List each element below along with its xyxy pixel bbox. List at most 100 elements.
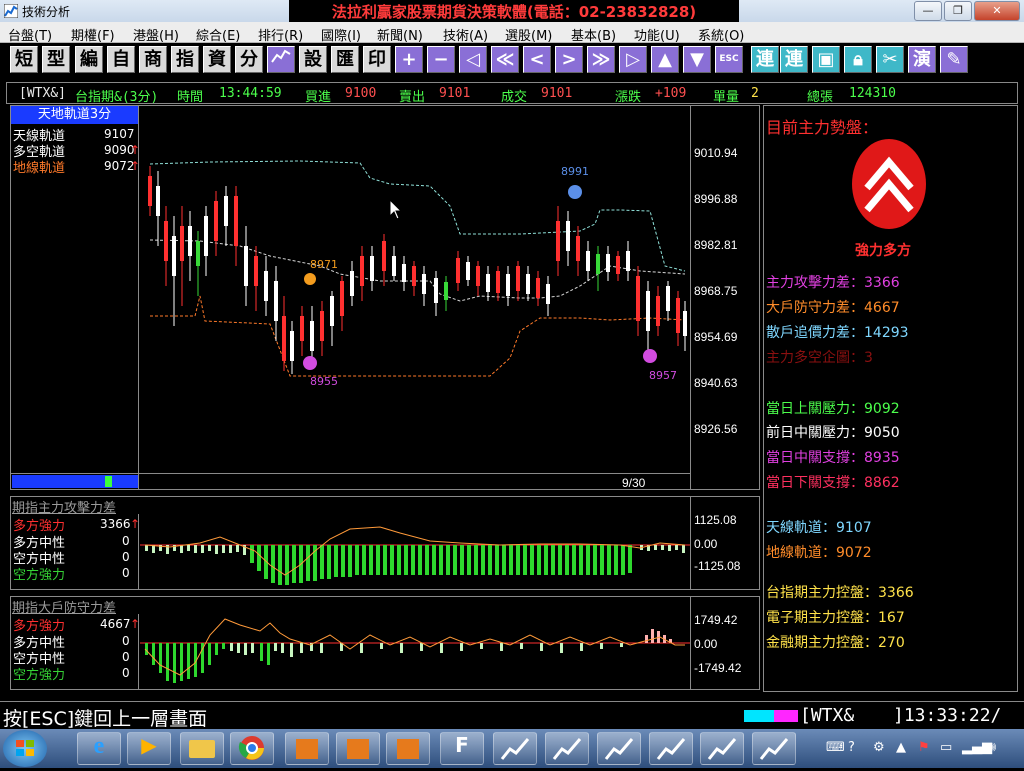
menu-intl[interactable]: 國際(I): [321, 25, 361, 44]
mark-mid-label: 8971: [310, 258, 338, 271]
sub2-legend-value: 0: [122, 666, 130, 680]
tb-edit-button[interactable]: 編: [75, 46, 103, 73]
quote-change-label: 漲跌: [615, 90, 642, 105]
tb-zoom-out-button[interactable]: −: [427, 46, 455, 73]
chart-taskbar-button-3[interactable]: [597, 732, 641, 765]
quote-line: [WTX&] 台指期&(3分) 時間 13:44:59 買進 9100 賣出 9…: [6, 82, 1018, 105]
close-button[interactable]: ✕: [974, 1, 1020, 21]
tb-back-button[interactable]: <: [523, 46, 551, 73]
tb-lock-button[interactable]: 🔒︎: [844, 46, 872, 73]
menu-bar: 台盤(T) 期權(F) 港盤(H) 綜合(E) 排行(R) 國際(I) 新聞(N…: [0, 22, 1024, 44]
tb-data-button[interactable]: 資: [203, 46, 231, 73]
tb-fast-forward-button[interactable]: ≫: [587, 46, 615, 73]
minimize-button[interactable]: —: [914, 1, 942, 21]
menu-rank[interactable]: 排行(R): [258, 25, 303, 44]
tb-chart-button[interactable]: [267, 46, 295, 73]
app-taskbar-button-3[interactable]: [386, 732, 430, 765]
chart-taskbar-button-1[interactable]: [493, 732, 537, 765]
tb-window-button[interactable]: ▣: [812, 46, 840, 73]
menu-tech[interactable]: 技術(A): [443, 25, 488, 44]
info-row: 散戶追價力差：14293: [766, 325, 909, 341]
tb-zoom-in-button[interactable]: +: [395, 46, 423, 73]
info-row: 地線軌道：9072: [766, 545, 872, 561]
app-taskbar-button-1[interactable]: [285, 732, 329, 765]
scroll-thumb[interactable]: [105, 476, 112, 487]
chart-icon: [271, 49, 291, 63]
menu-basic[interactable]: 基本(B): [571, 25, 616, 44]
tb-index-button[interactable]: 指: [171, 46, 199, 73]
legend-label-ground: 地線軌道: [13, 161, 66, 176]
maximize-button[interactable]: ❐: [944, 1, 972, 21]
sub2-axis-divider: [690, 597, 691, 689]
flag-icon[interactable]: ⚑: [918, 740, 930, 755]
chart-taskbar-button-2[interactable]: [545, 732, 589, 765]
tb-link2-button[interactable]: 連: [780, 46, 808, 73]
tb-forward-button[interactable]: >: [555, 46, 583, 73]
tb-product-button[interactable]: 商: [139, 46, 167, 73]
tb-settings-button[interactable]: 設: [299, 46, 327, 73]
sky-band-line: [149, 160, 686, 272]
taskbar: e ▶ F ⌨ ? ⚙ ▲ ⚑ ▭ ▂▄▆ 🔊︎: [0, 729, 1024, 768]
info-row: 天線軌道：9107: [766, 520, 872, 536]
menu-function[interactable]: 功能(U): [634, 25, 680, 44]
menu-select[interactable]: 選股(M): [505, 25, 552, 44]
app-taskbar-button-2[interactable]: [336, 732, 380, 765]
sub1-axis-tick: -1125.08: [694, 559, 741, 573]
display-icon[interactable]: ▭: [940, 740, 952, 755]
help-icon[interactable]: ?: [848, 740, 855, 755]
menu-taipan[interactable]: 台盤(T): [8, 25, 52, 44]
tb-print-button[interactable]: 印: [363, 46, 391, 73]
stock-chart-icon: [552, 738, 582, 760]
sub1-legend-label: 空方強力: [13, 568, 66, 583]
quote-bid-label: 買進: [305, 90, 332, 105]
chart-taskbar-button-5[interactable]: [700, 732, 744, 765]
tray-arrow-icon[interactable]: ▲: [896, 740, 906, 755]
date-label: 9/30: [622, 476, 646, 490]
tb-self-button[interactable]: 自: [107, 46, 135, 73]
quote-time: 13:44:59: [219, 86, 282, 101]
media-taskbar-button[interactable]: ▶: [127, 732, 171, 765]
settings-icon[interactable]: ⚙: [873, 740, 885, 755]
tb-demo-button[interactable]: 演: [908, 46, 936, 73]
chart-taskbar-button-4[interactable]: [649, 732, 693, 765]
keyboard-icon[interactable]: ⌨: [826, 740, 845, 755]
candlestick-chart[interactable]: 8971 8991 8955 8957: [140, 106, 690, 473]
trend-status: 強力多方: [855, 243, 911, 259]
status-symbol: [WTX&: [800, 705, 855, 726]
tb-first-button[interactable]: ◁: [459, 46, 487, 73]
explorer-taskbar-button[interactable]: [180, 732, 224, 765]
tb-esc-button[interactable]: ESC: [715, 46, 743, 73]
tb-edit-note-button[interactable]: ✎: [940, 46, 968, 73]
quote-name: 台指期&(3分): [75, 90, 159, 105]
tb-pattern-button[interactable]: 型: [42, 46, 70, 73]
menu-hk[interactable]: 港盤(H): [133, 25, 179, 44]
chrome-taskbar-button[interactable]: [230, 732, 274, 765]
main-axis-divider: [690, 106, 691, 489]
start-button[interactable]: [3, 730, 47, 767]
menu-options[interactable]: 期權(F): [71, 25, 115, 44]
stock-chart-icon: [656, 738, 686, 760]
tb-split-button[interactable]: 分: [235, 46, 263, 73]
ie-taskbar-button[interactable]: e: [77, 732, 121, 765]
menu-system[interactable]: 系統(O): [698, 25, 744, 44]
toolbar: 短 型 編 自 商 指 資 分 設 匯 印 + − ◁ ≪ < > ≫ ▷ ▲ …: [0, 43, 1024, 76]
attack-histogram: [140, 526, 690, 585]
tb-link1-button[interactable]: 連: [751, 46, 779, 73]
chart-taskbar-button-6[interactable]: [752, 732, 796, 765]
tb-tools-button[interactable]: ✂: [876, 46, 904, 73]
tb-down-button[interactable]: ▼: [683, 46, 711, 73]
tb-last-button[interactable]: ▷: [619, 46, 647, 73]
volume-icon[interactable]: 🔊︎: [988, 740, 996, 755]
sub1-legend-arrow: ↑: [130, 517, 141, 531]
f-app-taskbar-button[interactable]: F: [440, 732, 484, 765]
tb-import-button[interactable]: 匯: [331, 46, 359, 73]
tb-short-button[interactable]: 短: [10, 46, 38, 73]
menu-general[interactable]: 綜合(E): [196, 25, 240, 44]
info-row: 金融期主力控盤：270: [766, 635, 905, 651]
window-icon: ▣: [817, 49, 835, 70]
tb-up-button[interactable]: ▲: [651, 46, 679, 73]
sub2-axis-tick: -1749.42: [694, 661, 742, 675]
scroll-track[interactable]: [12, 475, 138, 488]
menu-news[interactable]: 新聞(N): [377, 25, 423, 44]
tb-fast-back-button[interactable]: ≪: [491, 46, 519, 73]
